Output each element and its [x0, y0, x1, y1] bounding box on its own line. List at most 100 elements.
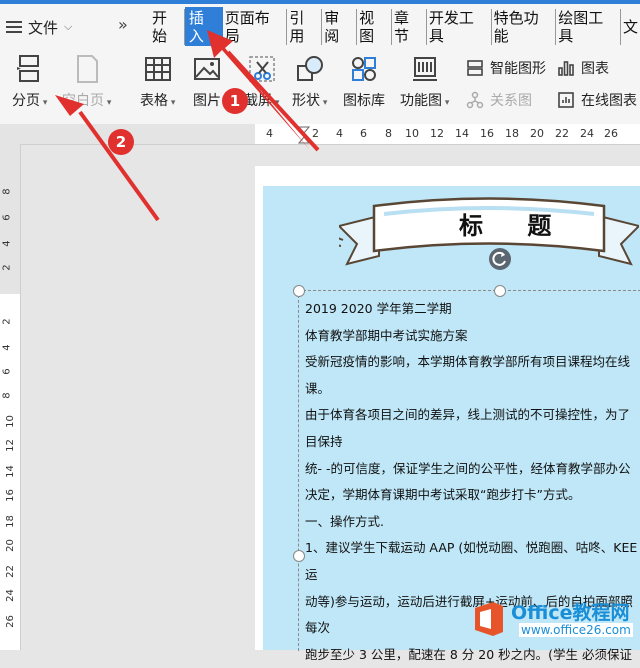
ruler-number: 16 — [480, 127, 494, 140]
chart-button[interactable]: 图表 — [557, 58, 609, 78]
doc-line: 受新冠疫情的影响，本学期体育教学部所有项目课程均在线 — [305, 354, 631, 370]
ruler-number: 26 — [4, 615, 16, 628]
function-chart-icon — [412, 57, 437, 81]
annotation-badge-1: 1 — [222, 88, 248, 114]
function-chart-button[interactable]: 功能图 ▾ — [400, 54, 449, 110]
more-tabs-icon[interactable]: » — [118, 15, 128, 34]
dropdown-arrow-icon[interactable]: ▾ — [272, 98, 280, 108]
doc-line: 跑步至少 3 公里，配速在 8 分 20 秒之内。(学生 必须保证 — [305, 646, 633, 662]
blank-page-icon — [76, 55, 98, 83]
function-chart-label: 功能图 — [400, 93, 442, 109]
watermark-title: Office教程网 — [511, 602, 630, 624]
doc-line: 决定，学期体育课期中考试采取“跑步打卡”方式。 — [305, 487, 581, 503]
annotation-badge-2: 2 — [108, 129, 134, 155]
ruler-number: 6 — [1, 214, 13, 221]
ruler-number: 8 — [1, 188, 13, 195]
scissors-icon — [248, 56, 275, 82]
resize-handle[interactable] — [293, 285, 305, 297]
bar-chart-icon — [558, 61, 574, 76]
dropdown-arrow-icon[interactable]: ▾ — [40, 98, 48, 108]
ruler-number: 20 — [4, 539, 16, 552]
watermark-url: www.office26.com — [519, 623, 633, 637]
horizontal-ruler[interactable]: 4 2 4 6 8 10 12 14 16 18 20 22 24 26 — [0, 124, 640, 145]
indent-marker-icon[interactable] — [298, 126, 310, 144]
ruler-number: 18 — [4, 515, 16, 528]
dropdown-arrow-icon[interactable]: ▾ — [320, 98, 328, 108]
file-menu-button[interactable]: 文件 ⌵ — [6, 14, 72, 40]
picture-label: 图片 — [193, 93, 221, 109]
smart-shape-icon — [467, 60, 483, 76]
icon-library-button[interactable]: 图标库 — [343, 54, 385, 110]
smart-shape-button[interactable]: 智能图形 — [466, 58, 546, 78]
tab-home[interactable]: 开始 — [150, 9, 185, 45]
doc-line: 运 — [305, 566, 318, 582]
ruler-number: 14 — [4, 465, 16, 478]
rotate-handle-icon[interactable] — [489, 248, 511, 270]
tab-insert[interactable]: 插入 — [184, 7, 223, 47]
tab-review[interactable]: 审阅 — [322, 9, 358, 45]
relation-chart-label: 关系图 — [490, 93, 532, 109]
ruler-number: 22 — [4, 565, 16, 578]
ruler-number: 4 — [266, 127, 273, 140]
tab-developer[interactable]: 开发工具 — [427, 9, 492, 45]
ruler-number: 6 — [360, 127, 367, 140]
tab-view[interactable]: 视图 — [357, 9, 392, 45]
tab-features[interactable]: 特色功能 — [492, 9, 557, 45]
icon-library-icon — [352, 57, 376, 81]
shape-button[interactable]: 形状 ▾ — [292, 54, 327, 110]
ruler-number: 4 — [1, 344, 13, 351]
ruler-number: 18 — [505, 127, 519, 140]
insert-ribbon: 分页 ▾ 空白页 ▾ 表格 ▾ 图片 截屏 ▾ 形状 ▾ 图标库 功能图 ▾ 智… — [0, 46, 640, 125]
page-break-button[interactable]: 分页 ▾ — [12, 54, 47, 110]
ruler-number: 8 — [1, 392, 13, 399]
screenshot-button[interactable]: 截屏 ▾ — [244, 54, 279, 110]
watermark: Office教程网 www.office26.com — [467, 598, 640, 642]
dropdown-arrow-icon[interactable]: ▾ — [442, 98, 450, 108]
hamburger-icon — [6, 21, 22, 33]
online-chart-icon — [558, 92, 574, 108]
online-chart-button[interactable]: 在线图表 — [557, 90, 637, 110]
page-break-icon — [16, 55, 39, 82]
doc-line: 统- -的可信度，保证学生之间的公平性，经体育教学部办公 — [305, 460, 631, 476]
tab-text-tools[interactable]: 文 — [621, 18, 640, 36]
smart-shape-label: 智能图形 — [490, 61, 546, 77]
chart-label: 图表 — [581, 61, 609, 77]
picture-button[interactable]: 图片 — [192, 54, 222, 110]
office-logo-icon — [475, 602, 503, 636]
doc-line: 目保持 — [305, 433, 343, 449]
window-accent-stripe — [0, 0, 640, 4]
file-menu-label: 文件 — [28, 18, 59, 37]
table-button[interactable]: 表格 ▾ — [140, 54, 175, 110]
icon-library-label: 图标库 — [343, 93, 385, 109]
chevron-down-icon: ⌵ — [64, 20, 73, 33]
blank-page-button[interactable]: 空白页 ▾ — [62, 54, 111, 110]
ruler-number: 2 — [1, 318, 13, 325]
tab-drawing-tools[interactable]: 绘图工具 — [556, 9, 621, 45]
ruler-number: 6 — [1, 368, 13, 375]
tab-sections[interactable]: 章节 — [392, 9, 427, 45]
doc-line: 一、操作方式. — [305, 513, 384, 529]
dropdown-arrow-icon[interactable]: ▾ — [168, 98, 176, 108]
ruler-number: 24 — [4, 589, 16, 602]
ruler-number: 2 — [1, 264, 13, 271]
blank-page-label: 空白页 — [62, 93, 104, 109]
ruler-number: 16 — [4, 489, 16, 502]
doc-line: 体育教学部期中考试实施方案 — [305, 327, 468, 343]
shape-icon — [296, 56, 323, 81]
ruler-number: 12 — [4, 439, 16, 452]
dropdown-arrow-icon[interactable]: ▾ — [104, 98, 112, 108]
doc-line: 1、建议学生下载运动 AAP (如悦动圈、悦跑圈、咕咚、KEE — [305, 540, 638, 556]
tab-page-layout[interactable]: 页面布局 — [223, 9, 288, 45]
resize-handle[interactable] — [293, 550, 305, 562]
ribbon-tabs: 开始 插入 页面布局 引用 审阅 视图 章节 开发工具 特色功能 绘图工具 文 — [150, 7, 640, 47]
ruler-number: 10 — [405, 127, 419, 140]
menu-bar: 文件 ⌵ » 开始 插入 页面布局 引用 审阅 视图 章节 开发工具 特色功能 … — [0, 0, 640, 47]
shape-label: 形状 — [292, 93, 320, 109]
relation-chart-button[interactable]: 关系图 — [466, 90, 532, 110]
ruler-number: 14 — [455, 127, 469, 140]
vertical-ruler[interactable]: 8 6 4 2 2 4 6 8 10 12 14 16 18 20 22 24 … — [0, 144, 21, 650]
doc-line: 由于体育各项目之间的差异，线上测试的不可操控性，为了 — [305, 407, 631, 423]
ruler-number: 20 — [530, 127, 544, 140]
ruler-number: 2 — [312, 127, 319, 140]
tab-references[interactable]: 引用 — [287, 9, 323, 45]
